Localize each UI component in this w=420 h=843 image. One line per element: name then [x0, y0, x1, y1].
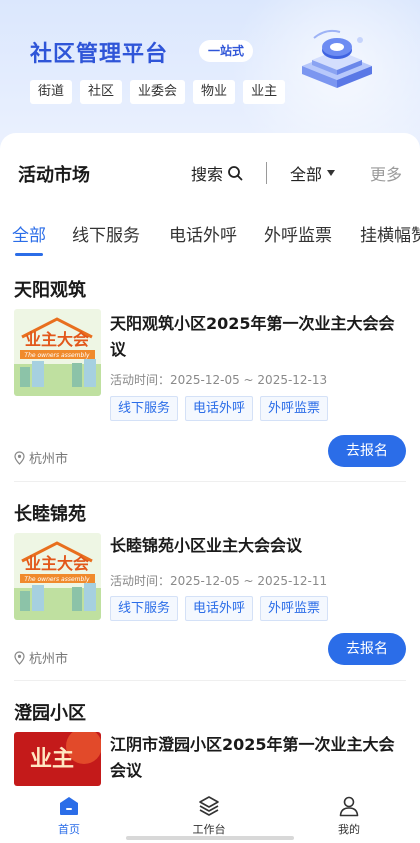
home-icon — [60, 797, 78, 815]
community-name: 澄园小区 — [14, 703, 86, 724]
platform-3d-icon — [302, 29, 372, 88]
category-tabs: 全部 线下服务 电话外呼 外呼监票 挂横幅赞 — [0, 221, 420, 261]
tab-offline-service[interactable]: 线下服务 — [72, 221, 140, 246]
tab-banner-hanging[interactable]: 挂横幅赞 — [360, 221, 420, 246]
community-name: 天阳观筑 — [14, 280, 86, 301]
activity-time: 活动时间：2025-12-05 ~ 2025-12-11 — [110, 574, 328, 588]
owners-assembly-red-image: 业主 — [14, 732, 101, 786]
tag-offline-service: 线下服务 — [110, 396, 179, 421]
chip-property: 物业 — [193, 80, 236, 104]
nav-workbench[interactable]: 工作台 — [169, 794, 249, 837]
location-label: 杭州市 — [29, 652, 69, 667]
search-icon — [228, 166, 243, 181]
platform-title: 社区管理平台 — [30, 42, 169, 67]
activity-thumbnail: 业主 — [14, 732, 101, 786]
nav-home[interactable]: 首页 — [29, 794, 109, 837]
svg-text:The owners assembly: The owners assembly — [24, 352, 90, 359]
nav-mine-label: 我的 — [338, 823, 360, 836]
filter-dropdown[interactable]: 全部 — [290, 161, 336, 185]
tag-phone-outreach: 电话外呼 — [185, 396, 254, 421]
tag-offline-service: 线下服务 — [110, 596, 179, 621]
chip-owner: 业主 — [243, 80, 286, 104]
section-title: 活动市场 — [18, 165, 90, 186]
layers-icon — [199, 796, 219, 816]
svg-text:业主大会: 业主大会 — [25, 554, 89, 573]
signup-button[interactable]: 去报名 — [328, 633, 406, 665]
tab-all[interactable]: 全部 — [12, 221, 46, 246]
filter-label: 全部 — [290, 165, 323, 184]
tab-outreach-vote-monitor[interactable]: 外呼监票 — [264, 221, 332, 246]
nav-home-label: 首页 — [58, 823, 80, 836]
activity-tags: 线下服务 电话外呼 外呼监票 — [110, 596, 329, 621]
nav-mine[interactable]: 我的 — [309, 794, 389, 837]
one-stop-badge: 一站式 — [199, 40, 254, 62]
tag-outreach-vote-monitor: 外呼监票 — [260, 596, 329, 621]
activity-tags: 线下服务 电话外呼 外呼监票 — [110, 396, 329, 421]
svg-text:业主: 业主 — [30, 746, 74, 772]
search-button[interactable]: 搜索 — [191, 161, 243, 185]
community-name: 长睦锦苑 — [14, 504, 86, 525]
location-label: 杭州市 — [29, 452, 69, 467]
bottom-nav: 首页 工作台 我的 — [0, 786, 420, 843]
search-label: 搜索 — [191, 165, 224, 184]
tab-phone-outreach[interactable]: 电话外呼 — [169, 221, 237, 246]
signup-button[interactable]: 去报名 — [328, 435, 406, 467]
owners-assembly-image: 业主大会 The owners assembly — [14, 533, 101, 620]
activity-thumbnail: 业主大会 The owners assembly — [14, 309, 101, 396]
location-pin-icon — [14, 650, 25, 665]
activity-card[interactable]: 长睦锦苑 业主大会 The owners assembly 长睦锦苑小区业主大会… — [0, 500, 420, 700]
caret-down-icon — [327, 170, 336, 176]
chip-owners-committee: 业委会 — [130, 80, 186, 104]
activity-title: 长睦锦苑小区业主大会会议 — [110, 536, 303, 555]
activity-card[interactable]: 天阳观筑 业主大会 The owners assembly 天阳观筑小区2025… — [0, 276, 420, 476]
activity-card[interactable]: 澄园小区 业主 江阴市澄园小区2025年第一次业主大会会议 — [0, 699, 420, 789]
activity-title: 江阴市澄园小区2025年第一次业主大会会议 — [110, 735, 395, 780]
activity-market-panel: 活动市场 搜索 全部 更多 全部 线下服务 电话外呼 外呼监票 挂横幅赞 天阳观… — [0, 133, 420, 843]
tag-outreach-vote-monitor: 外呼监票 — [260, 396, 329, 421]
location-pin-icon — [14, 450, 25, 465]
nav-workbench-label: 工作台 — [192, 823, 226, 836]
activity-title: 天阳观筑小区2025年第一次业主大会会议 — [110, 314, 395, 359]
card-divider — [14, 481, 406, 482]
chip-community: 社区 — [80, 80, 123, 104]
user-icon — [339, 796, 359, 817]
activity-location: 杭州市 — [14, 448, 68, 467]
tag-phone-outreach: 电话外呼 — [185, 596, 254, 621]
header-divider — [266, 162, 267, 184]
more-link[interactable]: 更多 — [370, 161, 402, 185]
card-divider — [14, 680, 406, 681]
home-indicator — [126, 836, 294, 840]
activity-time: 活动时间：2025-12-05 ~ 2025-12-13 — [110, 373, 328, 387]
activity-location: 杭州市 — [14, 648, 68, 667]
panel-header: 活动市场 搜索 全部 更多 — [18, 161, 402, 186]
svg-text:业主大会: 业主大会 — [25, 330, 89, 349]
activity-thumbnail: 业主大会 The owners assembly — [14, 533, 101, 620]
role-chips: 街道 社区 业委会 物业 业主 — [30, 80, 286, 104]
chip-street: 街道 — [30, 80, 73, 104]
svg-text:The owners assembly: The owners assembly — [24, 576, 90, 583]
active-tab-indicator — [15, 253, 43, 256]
owners-assembly-image: 业主大会 The owners assembly — [14, 309, 101, 396]
